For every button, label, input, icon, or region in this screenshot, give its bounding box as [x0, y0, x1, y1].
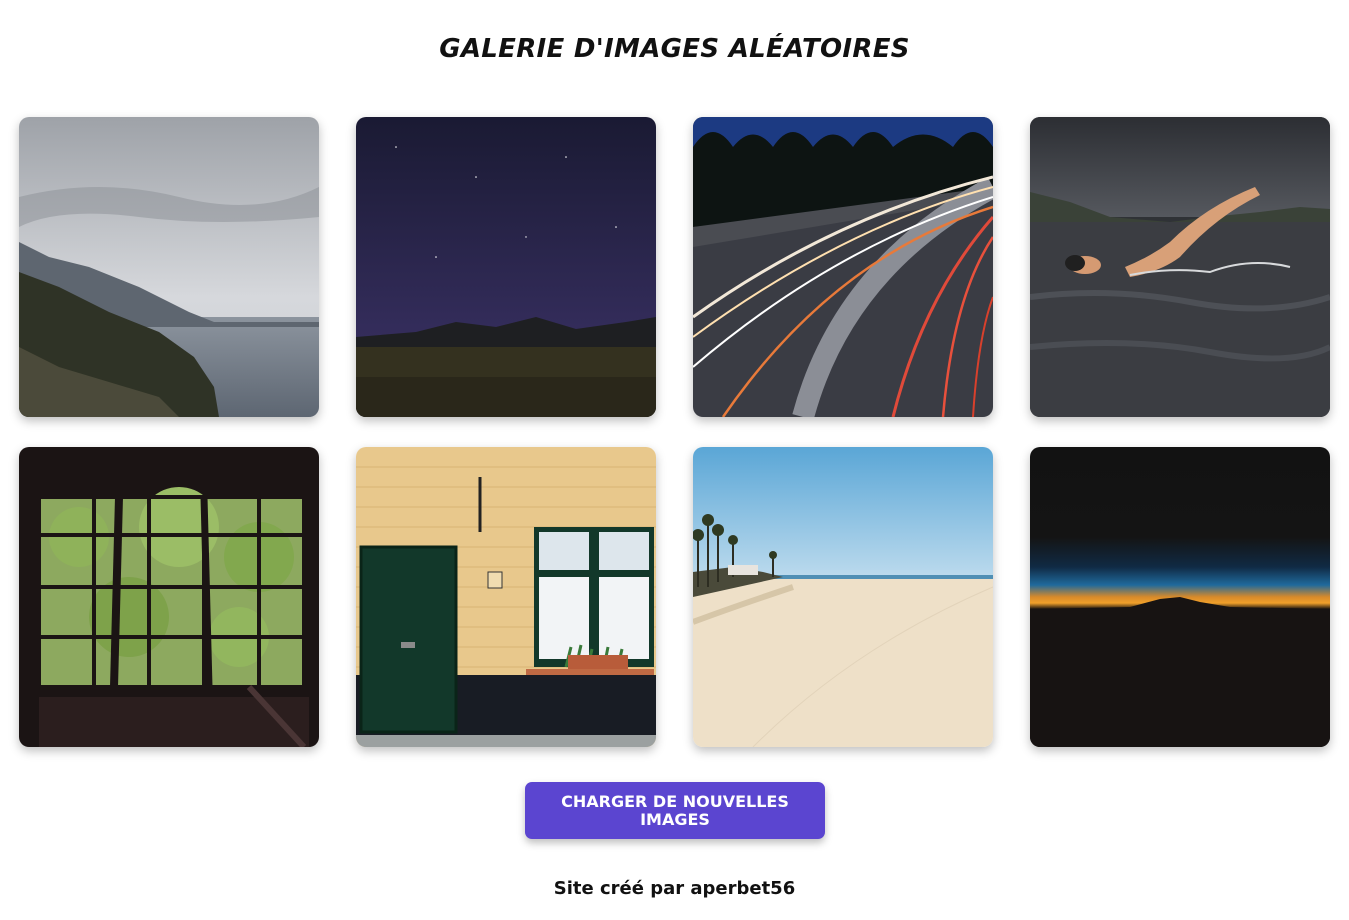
- gallery-image-2[interactable]: [356, 117, 656, 417]
- gallery-image-1[interactable]: [19, 117, 319, 417]
- footer-credit: Site créé par aperbet56: [553, 878, 796, 899]
- beach-image: [693, 447, 993, 747]
- window-trees-image: [19, 447, 319, 747]
- gallery-image-3[interactable]: [693, 117, 993, 417]
- light-trails-road-image: [693, 117, 993, 417]
- gallery-image-8[interactable]: [1030, 447, 1330, 747]
- gallery-image-7[interactable]: [693, 447, 993, 747]
- image-gallery: [19, 117, 1330, 747]
- gallery-image-6[interactable]: [356, 447, 656, 747]
- door-building-image: [356, 447, 656, 747]
- gallery-image-5[interactable]: [19, 447, 319, 747]
- swimmer-image: [1030, 117, 1330, 417]
- night-sky-field-image: [356, 117, 656, 417]
- sunset-horizon-image: [1030, 447, 1330, 747]
- load-new-images-button[interactable]: CHARGER DE NOUVELLES IMAGES: [525, 782, 825, 839]
- page-title: GALERIE D'IMAGES ALÉATOIRES: [439, 34, 910, 64]
- coastal-mountains-image: [19, 117, 319, 417]
- gallery-image-4[interactable]: [1030, 117, 1330, 417]
